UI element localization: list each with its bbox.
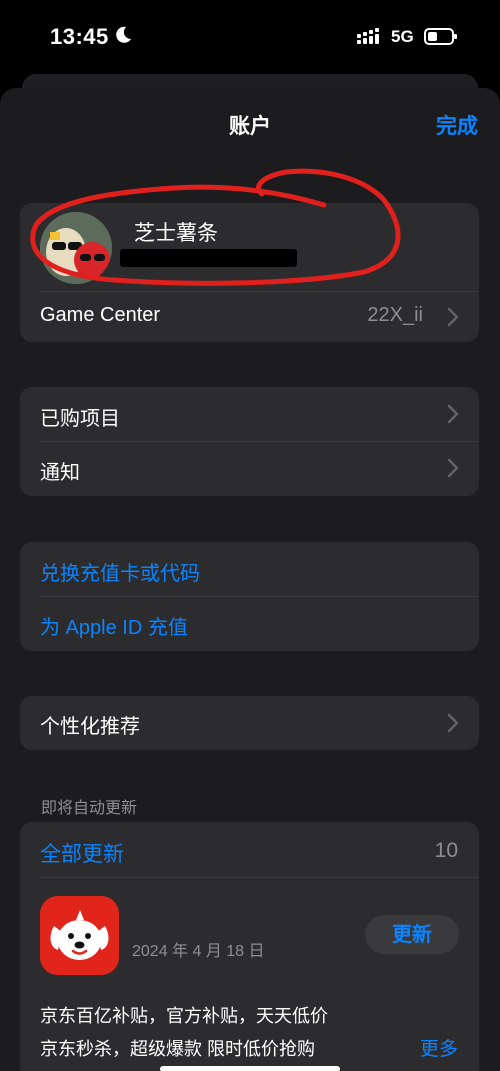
purchased-label: 已购项目 [40,408,120,430]
notifications-label: 通知 [40,462,80,484]
profile-name: 芝士薯条 [134,222,218,245]
profile-card: 芝士薯条 Game Center 22X_ii [20,203,479,342]
avatar [40,212,112,284]
update-count: 10 [434,839,458,862]
chevron-right-icon [447,458,459,478]
home-indicator[interactable] [160,1066,340,1071]
game-center-value: 22X_ii [367,304,423,326]
screen: 13:45 5G 账户 完成 芝士薯条 Game Center 22X_ii 已… [0,0,500,1071]
redeem-row[interactable]: 兑换充值卡或代码 [20,542,479,596]
chevron-right-icon [447,404,459,424]
game-center-row[interactable]: Game Center 22X_ii [20,291,479,342]
network-label: 5G [391,27,414,46]
chevron-right-icon [447,713,459,733]
app-icon[interactable] [40,896,119,975]
chevron-right-icon [447,307,459,327]
section-header: 即将自动更新 [41,800,138,817]
more-link[interactable]: 更多 [420,1034,458,1061]
status-bar: 13:45 5G [0,0,500,76]
app-description-line-2: 京东秒杀，超级爆款 限时低价抢购 [40,1039,315,1059]
game-center-label: Game Center [40,304,161,326]
signal-icon [357,28,379,44]
updates-card: 全部更新 10 2024 年 4 月 18 日 更新 京东百亿补贴，官方补贴，天… [20,822,479,1071]
update-all-row: 全部更新 10 [20,822,479,877]
notifications-row[interactable]: 通知 [20,442,479,496]
personalized-recommendations-label: 个性化推荐 [40,716,140,738]
add-funds-label: 为 Apple ID 充值 [40,617,188,639]
redeem-label: 兑换充值卡或代码 [40,563,200,585]
funds-card: 兑换充值卡或代码 为 Apple ID 充值 [20,542,479,651]
profile-row[interactable]: 芝士薯条 [20,203,479,291]
add-funds-row[interactable]: 为 Apple ID 充值 [20,597,479,651]
done-button[interactable]: 完成 [436,110,478,140]
divider [40,877,479,878]
purchases-card: 已购项目 通知 [20,387,479,496]
update-app-button[interactable]: 更新 [365,915,459,954]
moon-icon [116,26,131,43]
status-time: 13:45 [50,24,109,49]
battery-icon [424,28,457,45]
app-date: 2024 年 4 月 18 日 [132,943,265,960]
personalized-recommendations-row[interactable]: 个性化推荐 [20,696,479,750]
purchased-row[interactable]: 已购项目 [20,387,479,441]
personalization-card: 个性化推荐 [20,696,479,750]
page-title: 账户 [229,115,271,138]
redaction-mark [120,249,297,267]
update-all-button[interactable]: 全部更新 [40,838,124,868]
app-description-line-1: 京东百亿补贴，官方补贴，天天低价 [40,1006,328,1026]
jd-dog-icon [40,896,119,975]
avatar-image-icon [40,212,112,284]
